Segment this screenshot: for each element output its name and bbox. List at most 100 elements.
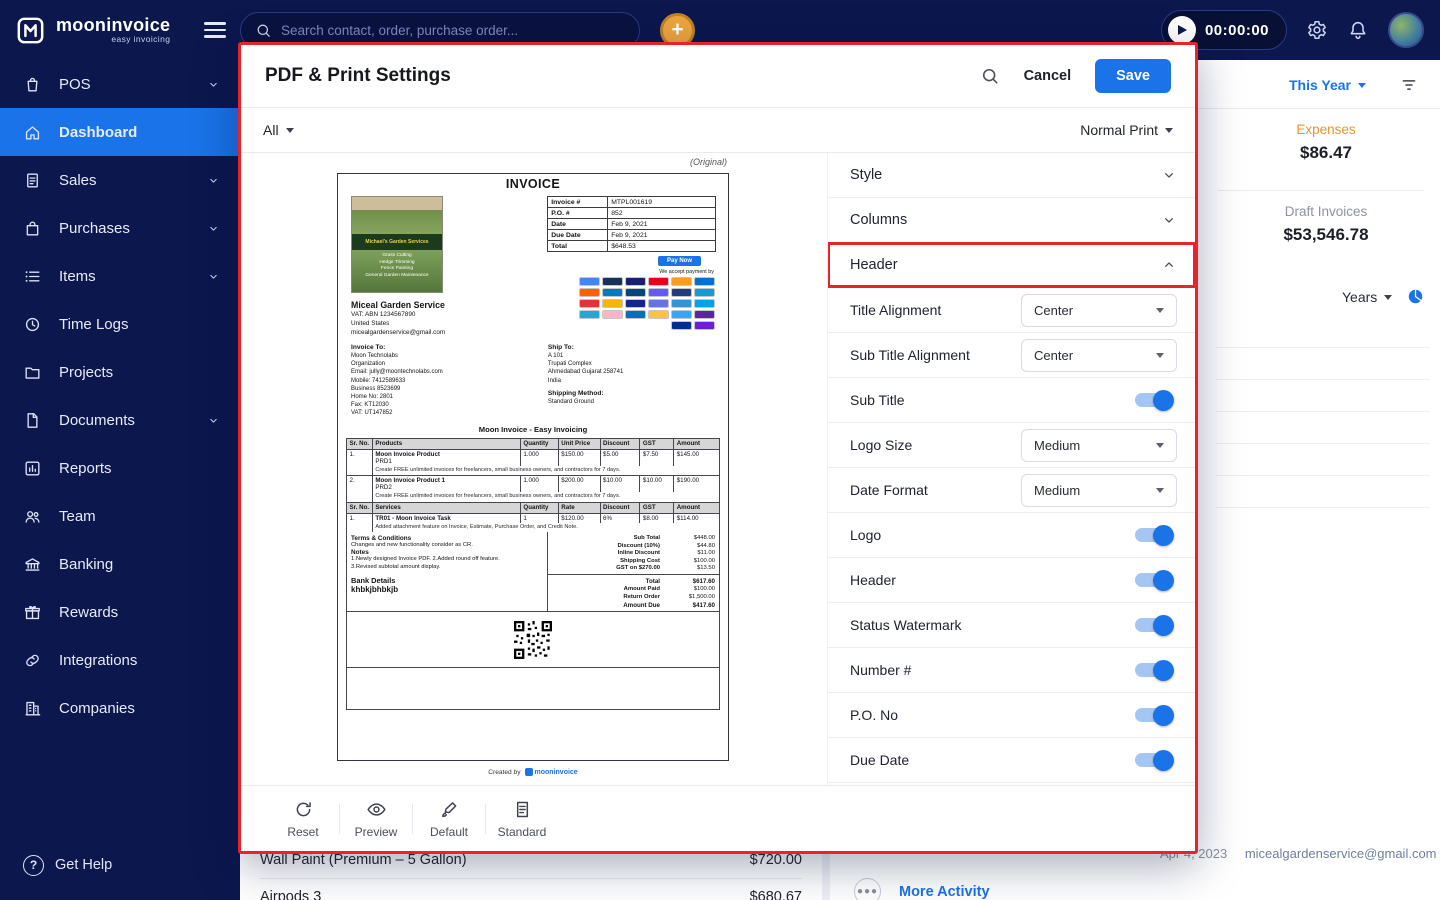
table-header-cell: GST xyxy=(640,502,674,513)
sidebar-item-label: Team xyxy=(59,508,96,525)
sidebar-item-dashboard[interactable]: Dashboard xyxy=(0,108,240,156)
print-mode-dropdown[interactable]: Normal Print xyxy=(1080,122,1173,138)
preview-button[interactable]: Preview xyxy=(344,799,408,839)
settings-gear-icon[interactable] xyxy=(1306,19,1328,41)
payment-chip-icon xyxy=(602,310,623,319)
title-alignment-row[interactable]: Title AlignmentCenter xyxy=(828,288,1195,333)
more-activity-link[interactable]: More Activity xyxy=(899,884,990,900)
accept-payment-text: We accept payment by xyxy=(547,269,714,275)
user-avatar[interactable] xyxy=(1388,12,1424,48)
caret-down-icon xyxy=(1384,295,1392,300)
date-format-row[interactable]: Date FormatMedium xyxy=(828,468,1195,513)
search-input[interactable] xyxy=(281,23,625,38)
setting-label: P.O. No xyxy=(850,707,898,723)
item-name: Airpods 3 xyxy=(260,889,321,900)
number-toggle[interactable] xyxy=(1135,663,1171,677)
cancel-button[interactable]: Cancel xyxy=(1024,68,1072,84)
header-row[interactable]: Header xyxy=(828,243,1195,288)
sidebar-item-integrations[interactable]: Integrations xyxy=(0,636,240,684)
play-icon[interactable] xyxy=(1168,16,1196,44)
save-button[interactable]: Save xyxy=(1095,59,1171,93)
this-year-dropdown[interactable]: This Year xyxy=(1289,77,1366,93)
ship-to-block: Ship To: A 101Trupati ComplexAhmedabad G… xyxy=(544,344,715,418)
totals-block: Sub Total$448.00Discount (10%)$44.80Inli… xyxy=(548,532,719,611)
date-format-select[interactable]: Medium xyxy=(1021,474,1177,507)
sidebar-item-projects[interactable]: Projects xyxy=(0,348,240,396)
footer-button-label: Preview xyxy=(355,825,398,839)
sidebar-item-purchases[interactable]: Purchases xyxy=(0,204,240,252)
sub-title-row[interactable]: Sub Title xyxy=(828,378,1195,423)
search-icon[interactable] xyxy=(980,66,1000,86)
shipping-method-value: Standard Ground xyxy=(548,398,715,406)
logo-toggle[interactable] xyxy=(1135,528,1171,542)
years-label: Years xyxy=(1342,289,1377,305)
sidebar-item-banking[interactable]: Banking xyxy=(0,540,240,588)
sub-title-alignment-select[interactable]: Center xyxy=(1021,339,1177,372)
this-year-label: This Year xyxy=(1289,77,1351,93)
p-o-no-toggle[interactable] xyxy=(1135,708,1171,722)
reset-button[interactable]: Reset xyxy=(271,799,335,839)
activity-email: micealgardenservice@gmail.com xyxy=(1245,846,1437,861)
number-row[interactable]: Number # xyxy=(828,648,1195,693)
payment-chip-icon xyxy=(671,299,692,308)
eye-icon xyxy=(366,799,387,820)
sidebar-item-pos[interactable]: POS xyxy=(0,60,240,108)
sidebar-item-documents[interactable]: Documents xyxy=(0,396,240,444)
due-date-toggle[interactable] xyxy=(1135,753,1171,767)
standard-button[interactable]: Standard xyxy=(490,799,554,839)
modal-body: (Original) INVOICE Michael's Garden Serv… xyxy=(241,153,1195,785)
ellipsis-icon[interactable]: ●●● xyxy=(854,878,881,900)
purchases-icon xyxy=(23,219,42,238)
list-item[interactable]: Airpods 3$680.67 xyxy=(260,878,802,900)
years-dropdown[interactable]: Years xyxy=(1342,289,1392,305)
filter-icon[interactable] xyxy=(1400,76,1418,94)
rewards-icon xyxy=(23,603,42,622)
logo-size-row[interactable]: Logo SizeMedium xyxy=(828,423,1195,468)
sidebar-item-sales[interactable]: Sales xyxy=(0,156,240,204)
pie-chart-icon[interactable] xyxy=(1406,287,1425,306)
pdf-print-settings-modal: PDF & Print Settings Cancel Save All Nor… xyxy=(238,42,1198,854)
all-dropdown[interactable]: All xyxy=(263,122,294,138)
payment-chip-icon xyxy=(579,299,600,308)
bank-details-heading: Bank Details xyxy=(351,576,543,585)
invoice-title: INVOICE xyxy=(338,174,728,191)
logo-size-select[interactable]: Medium xyxy=(1021,429,1177,462)
table-header-cell: Services xyxy=(372,502,520,513)
payment-chip-icon xyxy=(671,310,692,319)
sidebar-item-team[interactable]: Team xyxy=(0,492,240,540)
chevron-down-icon xyxy=(207,78,220,91)
header-row[interactable]: Header xyxy=(828,558,1195,603)
sidebar-item-label: Dashboard xyxy=(59,124,137,141)
item-name: Wall Paint (Premium – 5 Gallon) xyxy=(260,852,467,868)
sidebar-item-time-logs[interactable]: Time Logs xyxy=(0,300,240,348)
mooninvoice-badge: mooninvoice xyxy=(525,768,578,776)
caret-down-icon xyxy=(1156,353,1164,358)
default-button[interactable]: Default xyxy=(417,799,481,839)
header-toggle[interactable] xyxy=(1135,573,1171,587)
columns-row[interactable]: Columns xyxy=(828,198,1195,243)
invoice-preview-area: (Original) INVOICE Michael's Garden Serv… xyxy=(241,153,827,785)
print-mode-value: Normal Print xyxy=(1080,122,1158,138)
brand: mooninvoice easy invoicing xyxy=(0,14,240,47)
p-o-no-row[interactable]: P.O. No xyxy=(828,693,1195,738)
title-alignment-select[interactable]: Center xyxy=(1021,294,1177,327)
sub-title-toggle[interactable] xyxy=(1135,393,1171,407)
due-date-row[interactable]: Due Date xyxy=(828,738,1195,783)
invoice-to-line: Business 8523699 xyxy=(351,385,544,393)
logo-row[interactable]: Logo xyxy=(828,513,1195,558)
sidebar-item-reports[interactable]: Reports xyxy=(0,444,240,492)
payment-chip-icon xyxy=(694,310,715,319)
hamburger-menu-icon[interactable] xyxy=(204,18,226,41)
sub-title-alignment-row[interactable]: Sub Title AlignmentCenter xyxy=(828,333,1195,378)
status-watermark-row[interactable]: Status Watermark xyxy=(828,603,1195,648)
sidebar-item-companies[interactable]: Companies xyxy=(0,684,240,732)
notifications-bell-icon[interactable] xyxy=(1347,19,1369,41)
sidebar-item-rewards[interactable]: Rewards xyxy=(0,588,240,636)
get-help-button[interactable]: ? Get Help xyxy=(0,842,240,888)
style-row[interactable]: Style xyxy=(828,153,1195,198)
team-icon xyxy=(23,507,42,526)
payment-chip-icon xyxy=(579,277,600,286)
sidebar-item-items[interactable]: Items xyxy=(0,252,240,300)
notes-heading: Notes xyxy=(351,549,543,556)
status-watermark-toggle[interactable] xyxy=(1135,618,1171,632)
